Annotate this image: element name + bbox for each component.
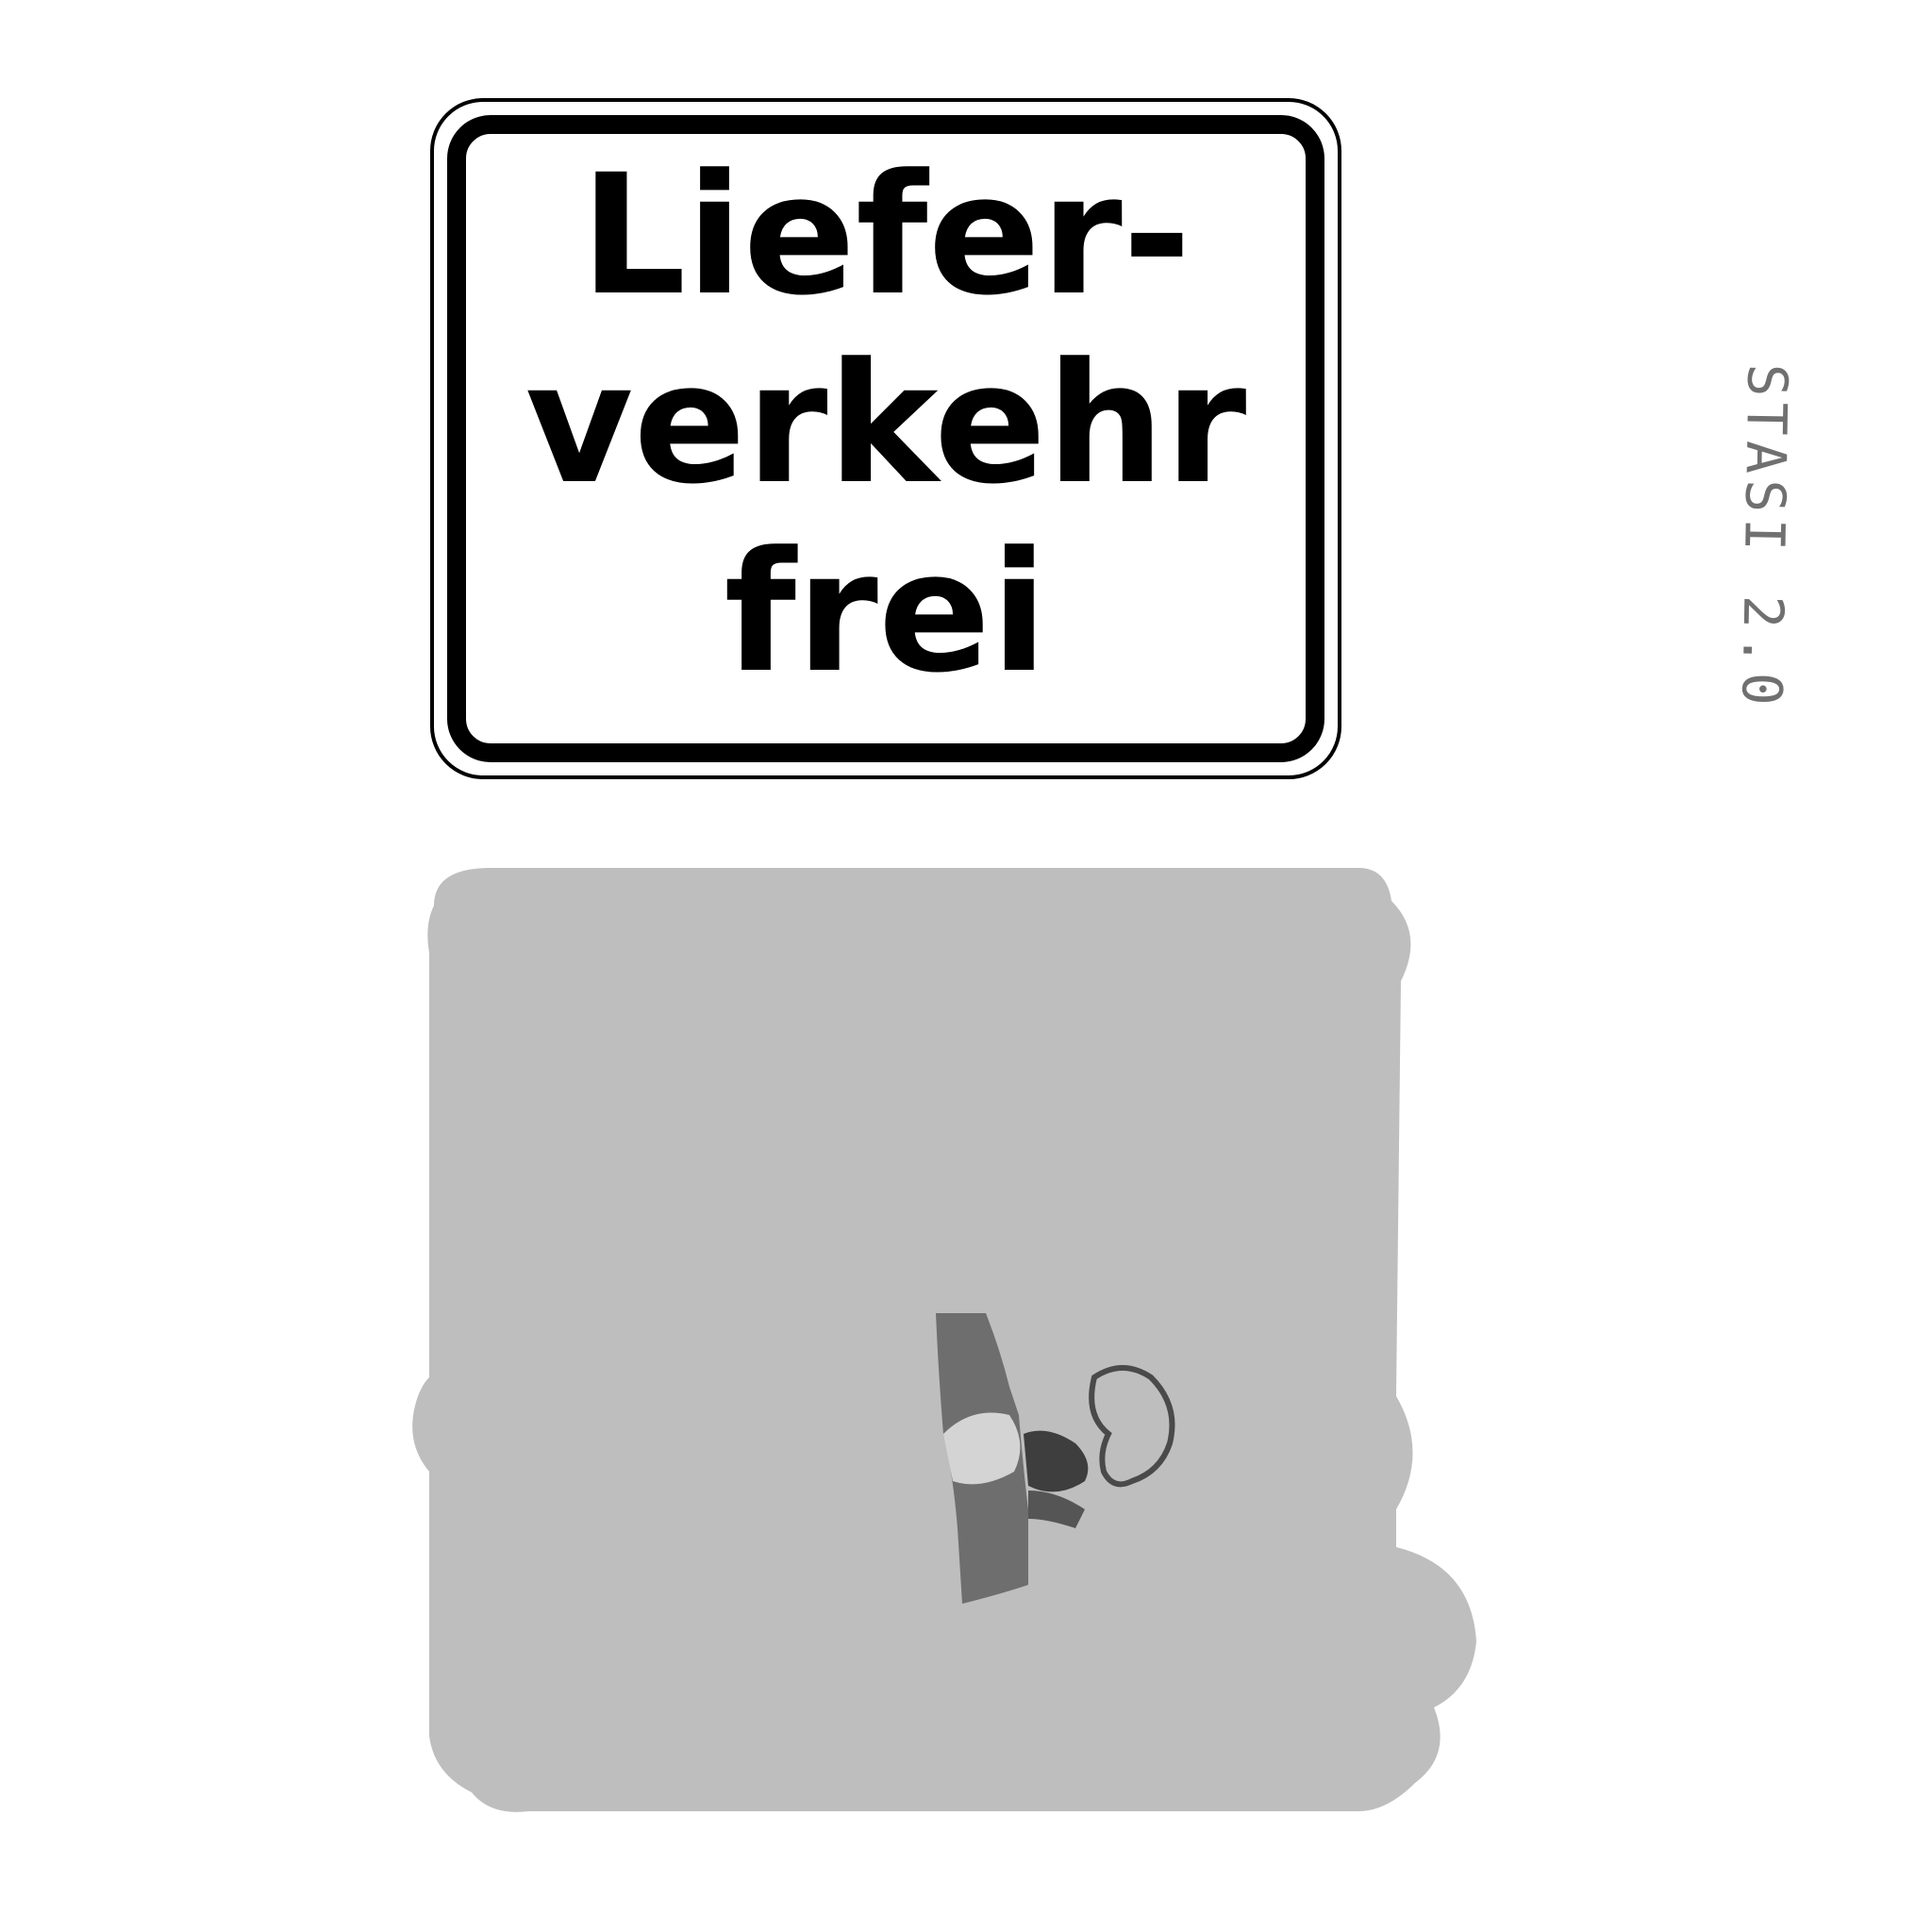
page: Liefer- verkehr frei STASI 2.0 [0,0,1932,1932]
sticker [412,868,1477,1812]
sticker-slogan: STASI 2.0 [1729,362,1800,712]
